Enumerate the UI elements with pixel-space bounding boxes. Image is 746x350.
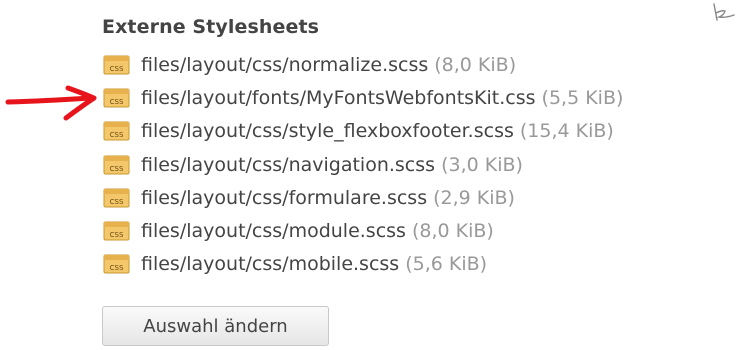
file-size: (3,0 KiB) (441, 153, 523, 176)
list-item: CSS files/layout/css/normalize.scss (8,0… (103, 48, 623, 81)
list-item: CSS files/layout/css/style_flexboxfooter… (103, 115, 623, 148)
css-file-icon: CSS (103, 188, 131, 208)
list-item: CSS files/layout/fonts/MyFontsWebfontsKi… (103, 81, 623, 114)
svg-text:CSS: CSS (110, 131, 124, 139)
svg-text:CSS: CSS (110, 165, 124, 173)
file-size: (15,4 KiB) (519, 120, 614, 143)
file-size: (8,0 KiB) (411, 220, 494, 243)
svg-text:CSS: CSS (110, 231, 124, 239)
svg-text:CSS: CSS (110, 198, 124, 206)
red-arrow-icon (5, 85, 97, 121)
css-file-icon: CSS (103, 121, 131, 141)
css-file-icon: CSS (103, 155, 131, 175)
list-item: CSS files/layout/css/mobile.scss (5,6 Ki… (103, 248, 623, 281)
file-path: files/layout/fonts/MyFontsWebfontsKit.cs… (141, 86, 536, 109)
stylesheet-list: CSS files/layout/css/normalize.scss (8,0… (103, 48, 623, 281)
list-item: CSS files/layout/css/formulare.scss (2,9… (103, 181, 623, 214)
handwritten-mark (713, 3, 735, 21)
css-file-icon: CSS (103, 254, 131, 274)
svg-text:CSS: CSS (110, 98, 124, 106)
file-size: (2,9 KiB) (433, 186, 515, 209)
file-path: files/layout/css/normalize.scss (141, 53, 429, 76)
change-selection-button[interactable]: Auswahl ändern (102, 306, 329, 346)
list-item: CSS files/layout/css/navigation.scss (3,… (103, 148, 623, 181)
css-file-icon: CSS (103, 221, 131, 241)
file-path: files/layout/css/style_flexboxfooter.scs… (141, 120, 514, 143)
css-file-icon: CSS (103, 88, 131, 108)
file-path: files/layout/css/module.scss (141, 220, 406, 243)
file-size: (5,5 KiB) (541, 86, 624, 109)
file-size: (8,0 KiB) (434, 53, 517, 76)
section-heading: Externe Stylesheets (102, 16, 320, 38)
svg-text:CSS: CSS (110, 65, 124, 73)
css-file-icon: CSS (103, 55, 131, 75)
svg-text:CSS: CSS (110, 264, 124, 272)
list-item: CSS files/layout/css/module.scss (8,0 Ki… (103, 214, 623, 247)
file-path: files/layout/css/navigation.scss (141, 153, 436, 176)
file-size: (5,6 KiB) (405, 253, 488, 276)
file-path: files/layout/css/mobile.scss (141, 253, 400, 276)
file-path: files/layout/css/formulare.scss (141, 186, 428, 209)
